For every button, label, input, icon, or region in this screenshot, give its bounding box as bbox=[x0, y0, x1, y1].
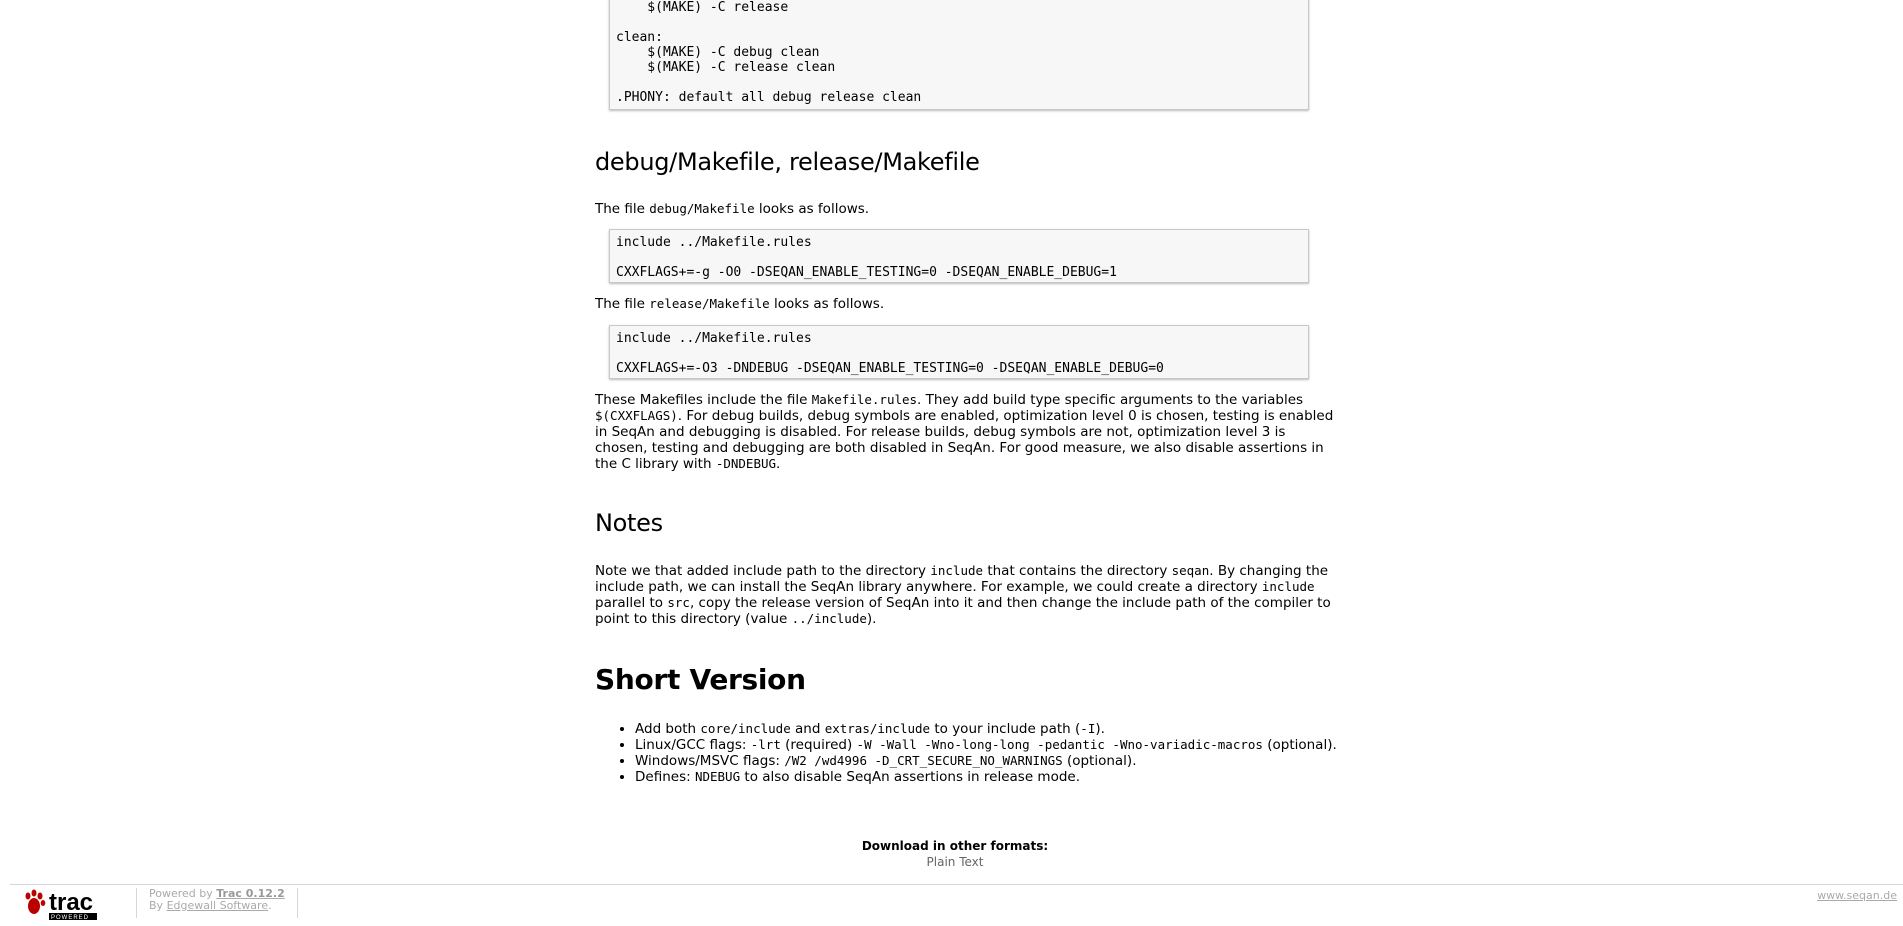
heading-notes: Notes bbox=[595, 509, 663, 537]
edgewall-line: By Edgewall Software. bbox=[149, 900, 285, 912]
short-version-list: Add both core/include and extras/include… bbox=[595, 721, 1365, 785]
inline-code: release/Makefile bbox=[649, 296, 770, 311]
text: Linux/GCC flags: bbox=[635, 737, 751, 753]
inline-code: debug/Makefile bbox=[649, 201, 755, 216]
trac-logo-text: trac bbox=[49, 889, 93, 916]
code-block-makefile-top: $(MAKE) -C release clean: $(MAKE) -C deb… bbox=[609, 0, 1309, 110]
powered-by: Powered by Trac 0.12.2 By Edgewall Softw… bbox=[136, 888, 298, 918]
inline-code: src bbox=[667, 595, 690, 610]
site-link[interactable]: www.seqan.de bbox=[1817, 889, 1897, 902]
inline-code: seqan bbox=[1171, 563, 1210, 578]
inline-code: include bbox=[930, 563, 984, 578]
heading-short-version: Short Version bbox=[595, 663, 806, 696]
inline-code: Makefile.rules bbox=[811, 392, 918, 407]
paragraph-makefiles-explanation: These Makefiles include the file Makefil… bbox=[595, 392, 1335, 472]
trac-paw-icon: trac POWERED bbox=[25, 889, 97, 921]
heading-debug-release-makefile: debug/Makefile, release/Makefile bbox=[595, 148, 980, 176]
trac-logo-link[interactable]: trac POWERED bbox=[24, 888, 120, 922]
paragraph-notes: Note we that added include path to the d… bbox=[595, 563, 1335, 627]
text: looks as follows. bbox=[769, 296, 885, 312]
inline-code: -DNDEBUG bbox=[715, 456, 777, 471]
text: These Makefiles include the file bbox=[595, 392, 812, 408]
text: to your include path ( bbox=[930, 721, 1081, 737]
text: (optional). bbox=[1062, 753, 1137, 769]
inline-code: extras/include bbox=[824, 721, 931, 736]
text: that contains the directory bbox=[983, 563, 1172, 579]
list-item: Windows/MSVC flags: /W2 /wd4996 -D_CRT_S… bbox=[635, 753, 1365, 769]
inline-code: -I bbox=[1080, 721, 1096, 736]
inline-code: ../include bbox=[791, 611, 867, 626]
text: (required) bbox=[780, 737, 857, 753]
text: , copy the release version of SeqAn into… bbox=[595, 595, 1331, 627]
text: parallel to bbox=[595, 595, 668, 611]
edgewall-link[interactable]: Edgewall Software bbox=[167, 899, 269, 912]
text: The file bbox=[595, 201, 650, 217]
text: Defines: bbox=[635, 769, 695, 785]
footer: trac POWERED Powered by Trac 0.12.2 By E… bbox=[10, 884, 1903, 925]
text: ). bbox=[866, 611, 877, 627]
inline-code: include bbox=[1261, 579, 1315, 594]
text: . For debug builds, debug symbols are en… bbox=[595, 408, 1334, 472]
inline-code: -W -Wall -Wno-long-long -pedantic -Wno-v… bbox=[856, 737, 1263, 752]
text: By bbox=[149, 899, 167, 912]
text: looks as follows. bbox=[754, 201, 870, 217]
code-block-debug-makefile: include ../Makefile.rules CXXFLAGS+=-g -… bbox=[609, 229, 1309, 283]
trac-logo-subtext: POWERED bbox=[51, 915, 89, 921]
text: The file bbox=[595, 296, 650, 312]
list-item: Add both core/include and extras/include… bbox=[635, 721, 1365, 737]
inline-code: $(CXXFLAGS) bbox=[595, 408, 678, 423]
download-title: Download in other formats: bbox=[861, 839, 1049, 853]
text: and bbox=[790, 721, 825, 737]
text: Note we that added include path to the d… bbox=[595, 563, 931, 579]
text: ). bbox=[1095, 721, 1105, 737]
text: to also disable SeqAn assertions in rele… bbox=[740, 769, 1080, 785]
paragraph-debug-makefile: The file debug/Makefile looks as follows… bbox=[595, 201, 1335, 217]
download-formats: Download in other formats: Plain Text bbox=[595, 838, 1315, 870]
list-item: Defines: NDEBUG to also disable SeqAn as… bbox=[635, 769, 1365, 785]
text: Add both bbox=[635, 721, 701, 737]
inline-code: NDEBUG bbox=[694, 769, 741, 784]
inline-code: -lrt bbox=[750, 737, 781, 752]
inline-code: core/include bbox=[700, 721, 791, 736]
text: Windows/MSVC flags: bbox=[635, 753, 785, 769]
paragraph-release-makefile: The file release/Makefile looks as follo… bbox=[595, 296, 1335, 312]
text: . bbox=[776, 456, 781, 472]
text: . They add build type specific arguments… bbox=[917, 392, 1304, 408]
inline-code: /W2 /wd4996 -D_CRT_SECURE_NO_WARNINGS bbox=[784, 753, 1063, 768]
plain-text-link[interactable]: Plain Text bbox=[927, 855, 984, 869]
code-block-release-makefile: include ../Makefile.rules CXXFLAGS+=-O3 … bbox=[609, 325, 1309, 379]
text: (optional). bbox=[1262, 737, 1337, 753]
list-item: Linux/GCC flags: -lrt (required) -W -Wal… bbox=[635, 737, 1365, 753]
text: . bbox=[268, 899, 272, 912]
